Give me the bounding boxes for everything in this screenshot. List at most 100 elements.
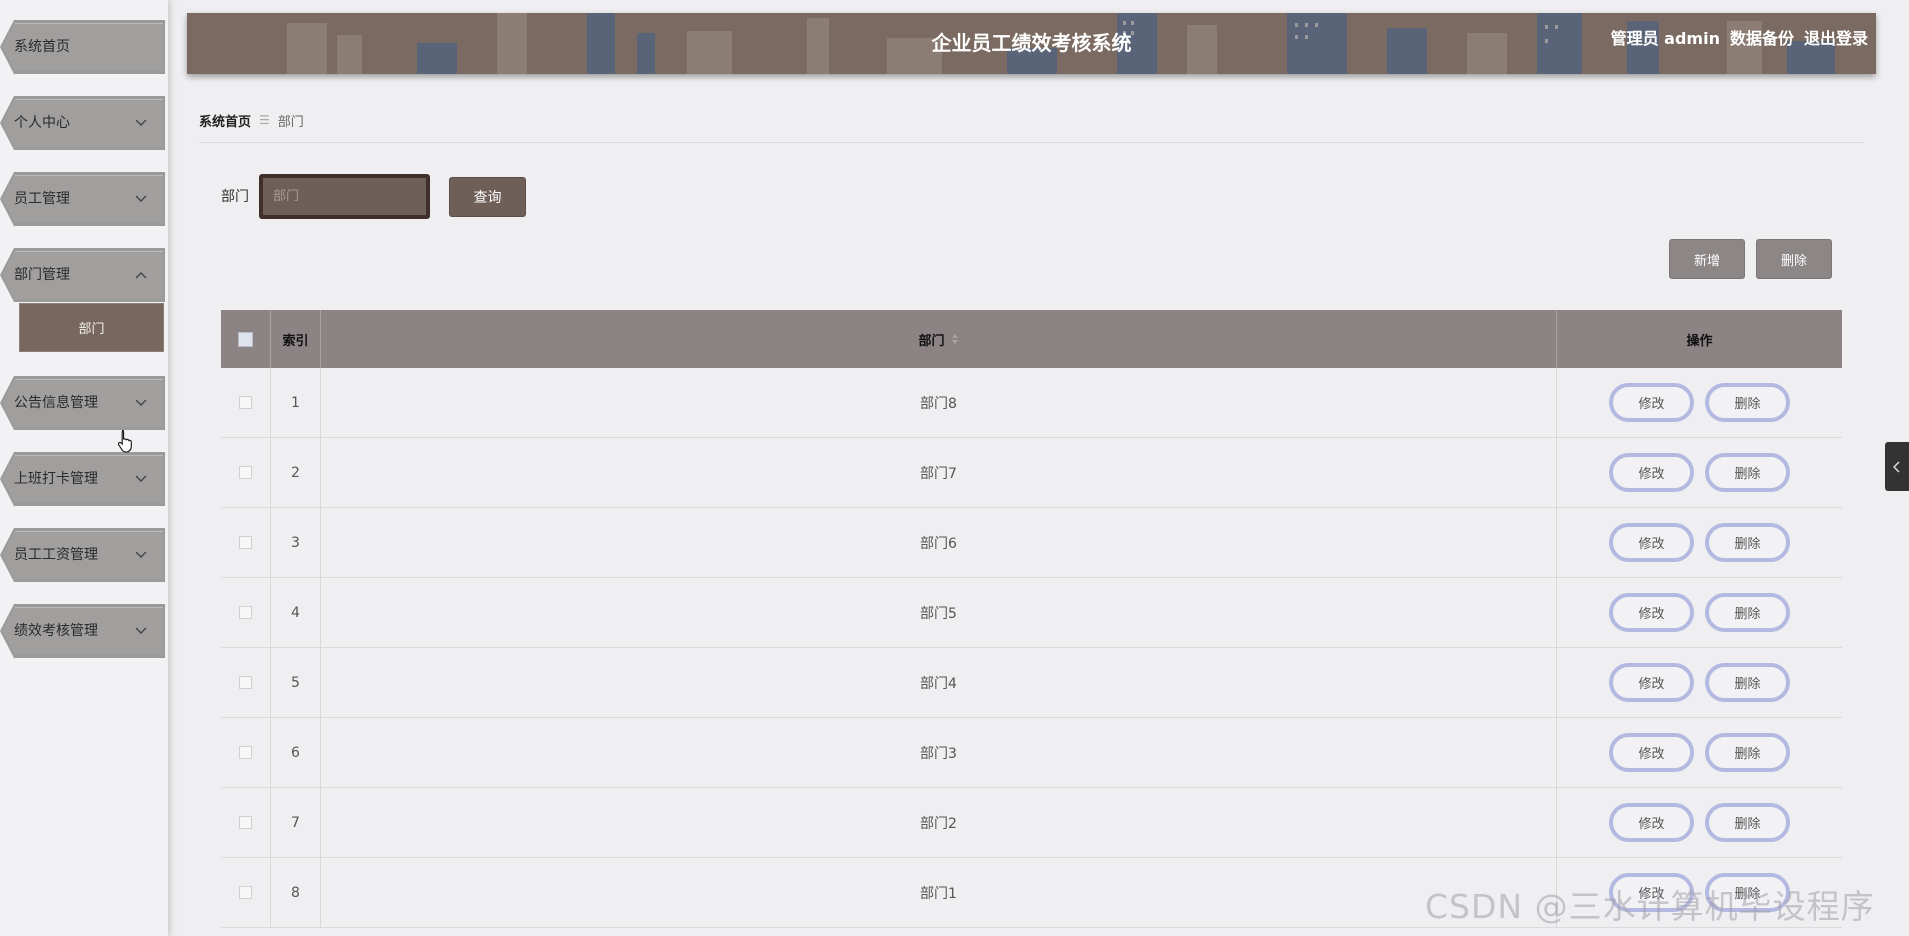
column-header-index: 索引 (271, 310, 321, 368)
row-index: 7 (271, 788, 321, 857)
sidebar-item-attendance-management[interactable]: 上班打卡管理 (0, 452, 165, 506)
row-department: 部门6 (321, 508, 1557, 577)
delete-button[interactable]: 删除 (1705, 593, 1790, 632)
sidebar-item-label: 上班打卡管理 (14, 471, 98, 487)
sidebar-item-label: 部门管理 (14, 267, 70, 283)
watermark: CSDN @三水计算机毕设程序 (1425, 887, 1875, 926)
row-actions: 修改 删除 (1557, 718, 1842, 787)
delete-button[interactable]: 删除 (1705, 453, 1790, 492)
hand-cursor-icon (117, 429, 135, 457)
chevron-down-icon (135, 604, 147, 658)
sidebar-item-label: 绩效考核管理 (14, 623, 98, 639)
row-index: 5 (271, 648, 321, 717)
sidebar-item-personal-center[interactable]: 个人中心 (0, 96, 165, 150)
row-index: 8 (271, 858, 321, 927)
row-checkbox-cell (221, 648, 271, 717)
row-index: 3 (271, 508, 321, 577)
header-user-actions: 管理员 admin 数据备份 退出登录 (1611, 13, 1868, 61)
edit-button[interactable]: 修改 (1609, 383, 1694, 422)
delete-button[interactable]: 删除 (1705, 803, 1790, 842)
admin-label: 管理员 admin (1610, 29, 1720, 48)
header-checkbox-cell (221, 310, 271, 368)
edit-button[interactable]: 修改 (1609, 803, 1694, 842)
row-actions: 修改 删除 (1557, 648, 1842, 717)
chevron-down-icon (135, 172, 147, 226)
row-checkbox[interactable] (239, 746, 252, 759)
row-index: 2 (271, 438, 321, 507)
search-label: 部门 (221, 189, 249, 205)
row-department: 部门7 (321, 438, 1557, 507)
add-button[interactable]: 新增 (1669, 239, 1745, 279)
column-header-department[interactable]: 部门 (321, 310, 1557, 368)
sidebar-item-announcement-management[interactable]: 公告信息管理 (0, 376, 165, 430)
row-checkbox[interactable] (239, 886, 252, 899)
row-checkbox-cell (221, 578, 271, 647)
app-header: 企业员工绩效考核系统 管理员 admin 数据备份 退出登录 (187, 13, 1876, 74)
column-header-actions: 操作 (1686, 333, 1713, 349)
logout-link[interactable]: 退出登录 (1804, 25, 1868, 49)
department-search-input[interactable] (263, 178, 426, 215)
breadcrumb-current: 部门 (277, 114, 304, 130)
table-row: 2 部门7 修改 删除 (221, 438, 1842, 508)
table-header: 索引 部门 操作 (221, 310, 1842, 368)
sidebar-item-label: 公告信息管理 (14, 395, 98, 411)
edit-button[interactable]: 修改 (1609, 663, 1694, 702)
row-index: 4 (271, 578, 321, 647)
table-row: 3 部门6 修改 删除 (221, 508, 1842, 578)
chevron-left-icon (1893, 460, 1900, 473)
row-checkbox[interactable] (239, 676, 252, 689)
edit-button[interactable]: 修改 (1609, 453, 1694, 492)
chevron-down-icon (135, 376, 147, 430)
row-actions: 修改 删除 (1557, 578, 1842, 647)
delete-button[interactable]: 删除 (1705, 383, 1790, 422)
row-checkbox[interactable] (239, 466, 252, 479)
row-checkbox[interactable] (239, 606, 252, 619)
side-panel-toggle[interactable] (1885, 442, 1909, 491)
row-checkbox[interactable] (239, 396, 252, 409)
search-input-wrapper (259, 174, 430, 219)
sidebar-item-performance-management[interactable]: 绩效考核管理 (0, 604, 165, 658)
row-checkbox-cell (221, 858, 271, 927)
table-row: 4 部门5 修改 删除 (221, 578, 1842, 648)
sidebar-item-label: 员工管理 (14, 191, 70, 207)
data-backup-link[interactable]: 数据备份 (1730, 25, 1794, 49)
row-checkbox-cell (221, 718, 271, 787)
edit-button[interactable]: 修改 (1609, 523, 1694, 562)
row-department: 部门8 (321, 368, 1557, 437)
delete-button[interactable]: 删除 (1705, 523, 1790, 562)
delete-button[interactable]: 删除 (1705, 663, 1790, 702)
table-row: 1 部门8 修改 删除 (221, 368, 1842, 438)
chevron-down-icon (135, 452, 147, 506)
sidebar-item-department-management[interactable]: 部门管理 (0, 248, 165, 302)
row-checkbox[interactable] (239, 536, 252, 549)
delete-button[interactable]: 删除 (1705, 733, 1790, 772)
row-actions: 修改 删除 (1557, 788, 1842, 857)
row-checkbox-cell (221, 368, 271, 437)
sidebar-item-employee-management[interactable]: 员工管理 (0, 172, 165, 226)
sidebar-item-home[interactable]: 系统首页 (0, 20, 165, 74)
row-department: 部门1 (321, 858, 1557, 927)
breadcrumb: 系统首页 ☰ 部门 (199, 110, 304, 130)
table-row: 6 部门3 修改 删除 (221, 718, 1842, 788)
edit-button[interactable]: 修改 (1609, 593, 1694, 632)
sidebar-item-label: 个人中心 (14, 115, 70, 131)
sort-icon[interactable] (951, 333, 959, 345)
row-department: 部门5 (321, 578, 1557, 647)
row-checkbox-cell (221, 508, 271, 577)
row-checkbox-cell (221, 788, 271, 857)
batch-delete-button[interactable]: 删除 (1756, 239, 1832, 279)
department-table: 索引 部门 操作 1 部门8 修改 删除 2 部门7 修改 删除 3 部门6 修… (221, 310, 1842, 936)
edit-button[interactable]: 修改 (1609, 733, 1694, 772)
table-row: 5 部门4 修改 删除 (221, 648, 1842, 718)
sidebar-item-salary-management[interactable]: 员工工资管理 (0, 528, 165, 582)
chevron-up-icon (135, 248, 147, 302)
row-checkbox-cell (221, 438, 271, 507)
sidebar-subitem-department[interactable]: 部门 (19, 303, 164, 352)
table-row: 7 部门2 修改 删除 (221, 788, 1842, 858)
breadcrumb-home[interactable]: 系统首页 (199, 111, 251, 130)
select-all-checkbox[interactable] (238, 331, 253, 347)
breadcrumb-separator-icon: ☰ (259, 113, 270, 127)
query-button[interactable]: 查询 (449, 177, 526, 217)
row-checkbox[interactable] (239, 816, 252, 829)
sidebar: 系统首页 个人中心 员工管理 部门管理 部门 公告信息管理 上班打卡管理 员工工… (0, 0, 168, 936)
